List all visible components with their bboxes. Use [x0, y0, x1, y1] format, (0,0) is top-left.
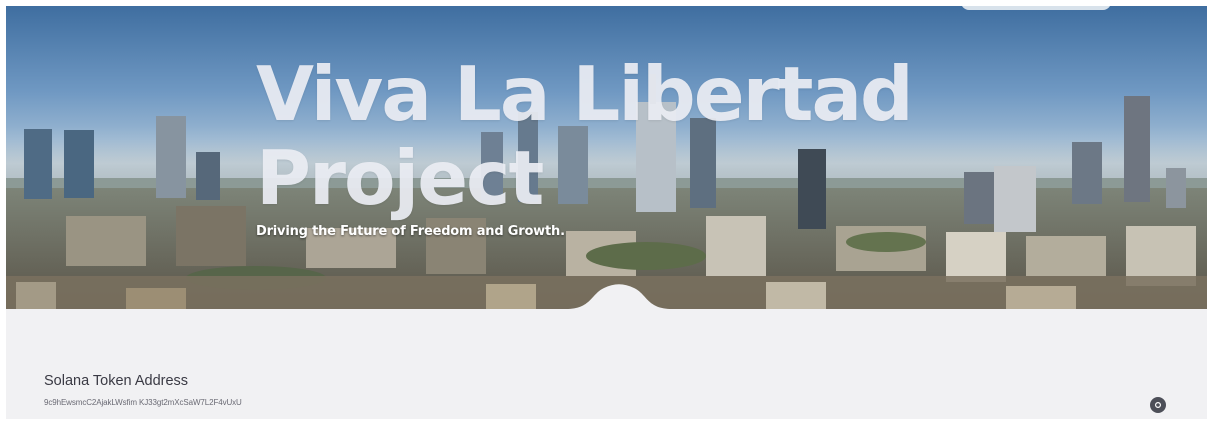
- token-heading: Solana Token Address: [44, 373, 189, 389]
- hero-banner: Viva La Libertad Project Driving the Futu…: [6, 6, 1207, 309]
- hero-title-line2: Project: [256, 134, 544, 222]
- page: Viva La Libertad Project Driving the Futu…: [6, 6, 1207, 419]
- hero-bottom-notch: [566, 284, 672, 309]
- hero-title-line1: Viva La Libertad: [256, 50, 914, 138]
- token-section: Solana Token Address 9c9hEwsmcC2AjakLWsf…: [6, 309, 1207, 419]
- token-address[interactable]: 9c9hEwsmcC2AjakLWsfim KJ33gt2mXcSaW7L2F4…: [44, 398, 242, 407]
- copy-icon: [1154, 401, 1162, 409]
- nav-pill: [961, 6, 1111, 10]
- hero-subtitle: Driving the Future of Freedom and Growth…: [256, 224, 565, 239]
- copy-button[interactable]: [1150, 397, 1166, 413]
- hero-title: Viva La Libertad Project: [256, 52, 956, 220]
